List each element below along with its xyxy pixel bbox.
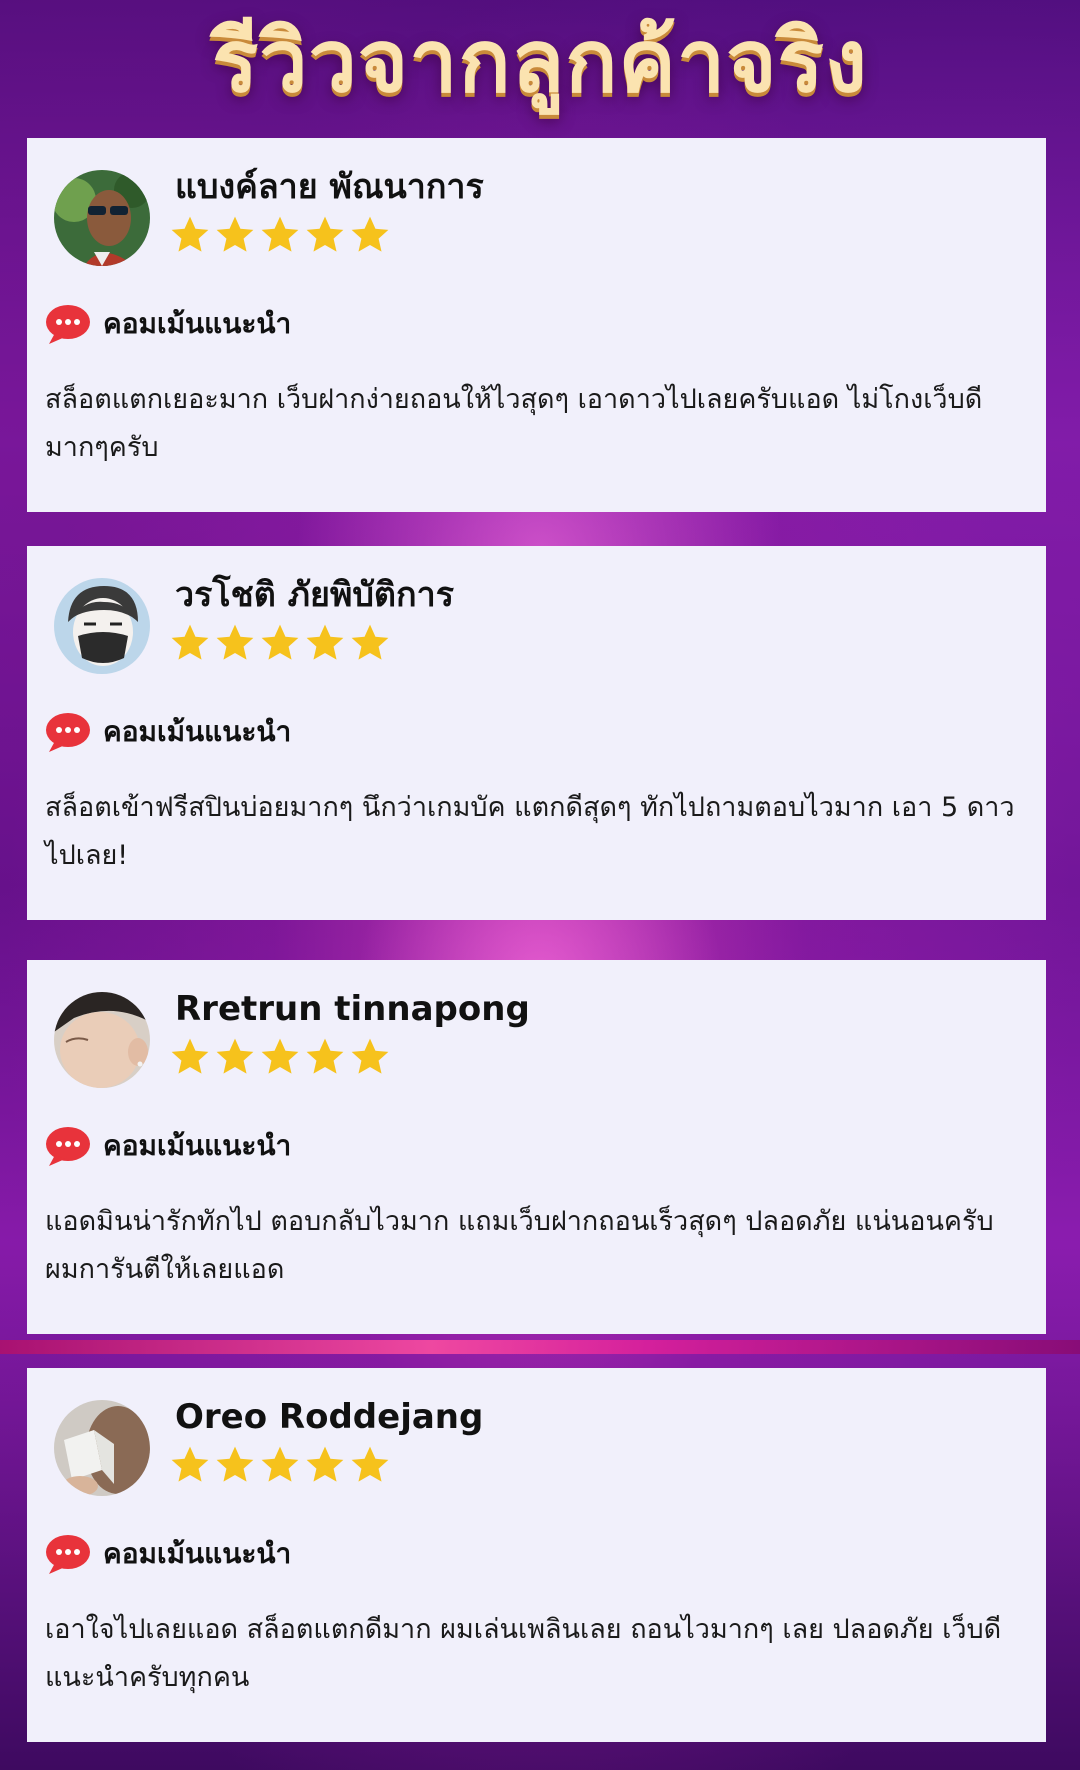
star-rating xyxy=(169,214,391,258)
chat-bubble-icon xyxy=(46,1127,90,1166)
user-cartoon-mask-icon xyxy=(54,578,150,674)
review-card: Oreo Roddejang คอมเม้นแนะนำ เอาใจไปเลยแอ… xyxy=(27,1368,1046,1742)
reviewer-name: Oreo Roddejang xyxy=(175,1397,484,1437)
user-photo-reading-icon xyxy=(54,1400,150,1496)
comment-header: คอมเม้นแนะนำ xyxy=(45,1122,291,1170)
star-rating xyxy=(169,622,391,666)
comment-header: คอมเม้นแนะนำ xyxy=(45,300,291,348)
background-stripe xyxy=(0,1340,1080,1354)
user-photo-sunglasses-icon xyxy=(54,170,150,266)
star-icon xyxy=(351,624,389,660)
star-icon xyxy=(306,1038,344,1074)
comment-label: คอมเม้นแนะนำ xyxy=(103,1537,292,1570)
avatar xyxy=(54,1400,150,1496)
star-rating xyxy=(169,1036,391,1080)
chat-bubble-icon xyxy=(46,713,90,752)
star-icon xyxy=(171,216,209,252)
star-icon xyxy=(216,1446,254,1482)
star-icon xyxy=(306,624,344,660)
star-icon xyxy=(351,1038,389,1074)
avatar xyxy=(54,170,150,266)
review-card: Rretrun tinnapong คอมเม้นแนะนำ แอดมินน่า… xyxy=(27,960,1046,1334)
review-text: เอาใจไปเลยแอด สล็อตแตกดีมาก ผมเล่นเพลินเ… xyxy=(45,1614,1002,1693)
reviewer-name: Rretrun tinnapong xyxy=(175,989,530,1029)
page-title: รีวิวจากลูกค้าจริง xyxy=(212,12,868,112)
review-text: แอดมินน่ารักทักไป ตอบกลับไวมาก แถมเว็บฝา… xyxy=(45,1206,994,1285)
reviewer-name: วรโชติ ภัยพิบัติการ xyxy=(175,575,454,615)
star-icon xyxy=(171,624,209,660)
star-icon xyxy=(171,1038,209,1074)
star-rating xyxy=(169,1444,391,1488)
chat-bubble-icon xyxy=(46,1535,90,1574)
star-icon xyxy=(171,1446,209,1482)
star-icon xyxy=(216,624,254,660)
star-icon xyxy=(306,216,344,252)
star-icon xyxy=(216,216,254,252)
star-icon xyxy=(306,1446,344,1482)
star-icon xyxy=(261,216,299,252)
comment-label: คอมเม้นแนะนำ xyxy=(103,715,292,748)
star-icon xyxy=(261,624,299,660)
avatar xyxy=(54,992,150,1088)
star-icon xyxy=(351,216,389,252)
reviewer-name: แบงค์ลาย พัณนาการ xyxy=(175,167,484,207)
review-card: วรโชติ ภัยพิบัติการ คอมเม้นแนะนำ สล็อตเข… xyxy=(27,546,1046,920)
review-card: แบงค์ลาย พัณนาการ คอมเม้นแนะนำ สล็อตแตกเ… xyxy=(27,138,1046,512)
star-icon xyxy=(216,1038,254,1074)
chat-bubble-icon xyxy=(46,305,90,344)
avatar xyxy=(54,578,150,674)
review-text: สล็อตแตกเยอะมาก เว็บฝากง่ายถอนให้ไวสุดๆ … xyxy=(45,384,983,463)
comment-label: คอมเม้นแนะนำ xyxy=(103,1129,292,1162)
comment-header: คอมเม้นแนะนำ xyxy=(45,1530,291,1578)
comment-header: คอมเม้นแนะนำ xyxy=(45,708,291,756)
star-icon xyxy=(351,1446,389,1482)
star-icon xyxy=(261,1446,299,1482)
comment-label: คอมเม้นแนะนำ xyxy=(103,307,292,340)
star-icon xyxy=(261,1038,299,1074)
user-photo-profile-icon xyxy=(54,992,150,1088)
review-text: สล็อตเข้าฟรีสปินบ่อยมากๆ นึกว่าเกมบัค แต… xyxy=(45,792,1015,871)
